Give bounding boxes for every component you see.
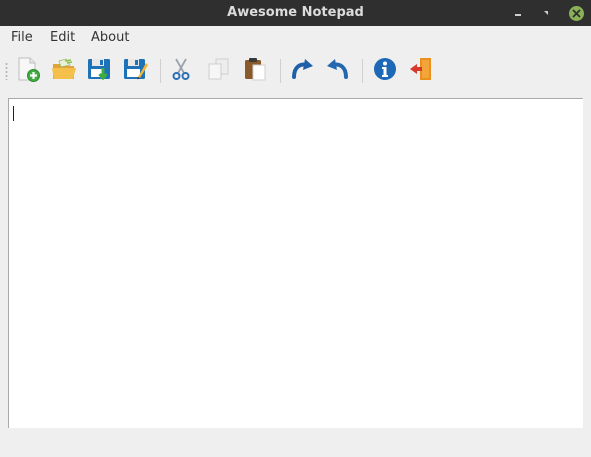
minimize-icon: [515, 14, 521, 16]
open-button[interactable]: [48, 53, 80, 85]
menu-bar: File Edit About: [0, 26, 591, 49]
info-button[interactable]: [369, 53, 401, 85]
new-file-icon: [18, 57, 40, 82]
toolbar: [0, 49, 591, 91]
save-as-button[interactable]: [119, 53, 151, 85]
redo-icon: [292, 59, 313, 79]
exit-button[interactable]: [405, 53, 437, 85]
cut-icon: [172, 58, 190, 80]
minimize-button[interactable]: [507, 0, 529, 26]
text-editor[interactable]: [8, 98, 583, 428]
close-icon: [568, 5, 584, 21]
paste-button[interactable]: [239, 53, 271, 85]
save-icon: [88, 59, 110, 81]
redo-button[interactable]: [286, 53, 318, 85]
menu-edit[interactable]: Edit: [50, 26, 75, 49]
save-as-icon: [124, 59, 148, 80]
save-button[interactable]: [83, 53, 115, 85]
toolbar-separator: [280, 59, 281, 83]
close-button[interactable]: [565, 0, 587, 26]
title-bar: Awesome Notepad: [0, 0, 591, 26]
menu-about[interactable]: About: [91, 26, 129, 49]
copy-icon: [208, 58, 229, 80]
toolbar-grip[interactable]: [5, 62, 8, 80]
copy-button[interactable]: [203, 53, 235, 85]
menu-file[interactable]: File: [11, 26, 33, 49]
maximize-icon: [544, 11, 548, 15]
new-button[interactable]: [12, 53, 44, 85]
undo-icon: [327, 59, 348, 79]
info-icon: [374, 58, 396, 80]
text-caret: [13, 106, 14, 121]
paste-icon: [245, 58, 266, 81]
open-folder-icon: [52, 58, 76, 79]
cut-button[interactable]: [165, 53, 197, 85]
exit-icon: [410, 58, 431, 80]
window-title: Awesome Notepad: [227, 5, 364, 20]
undo-button[interactable]: [322, 53, 354, 85]
toolbar-separator: [362, 59, 363, 83]
maximize-button[interactable]: [535, 0, 557, 26]
toolbar-separator: [160, 59, 161, 83]
